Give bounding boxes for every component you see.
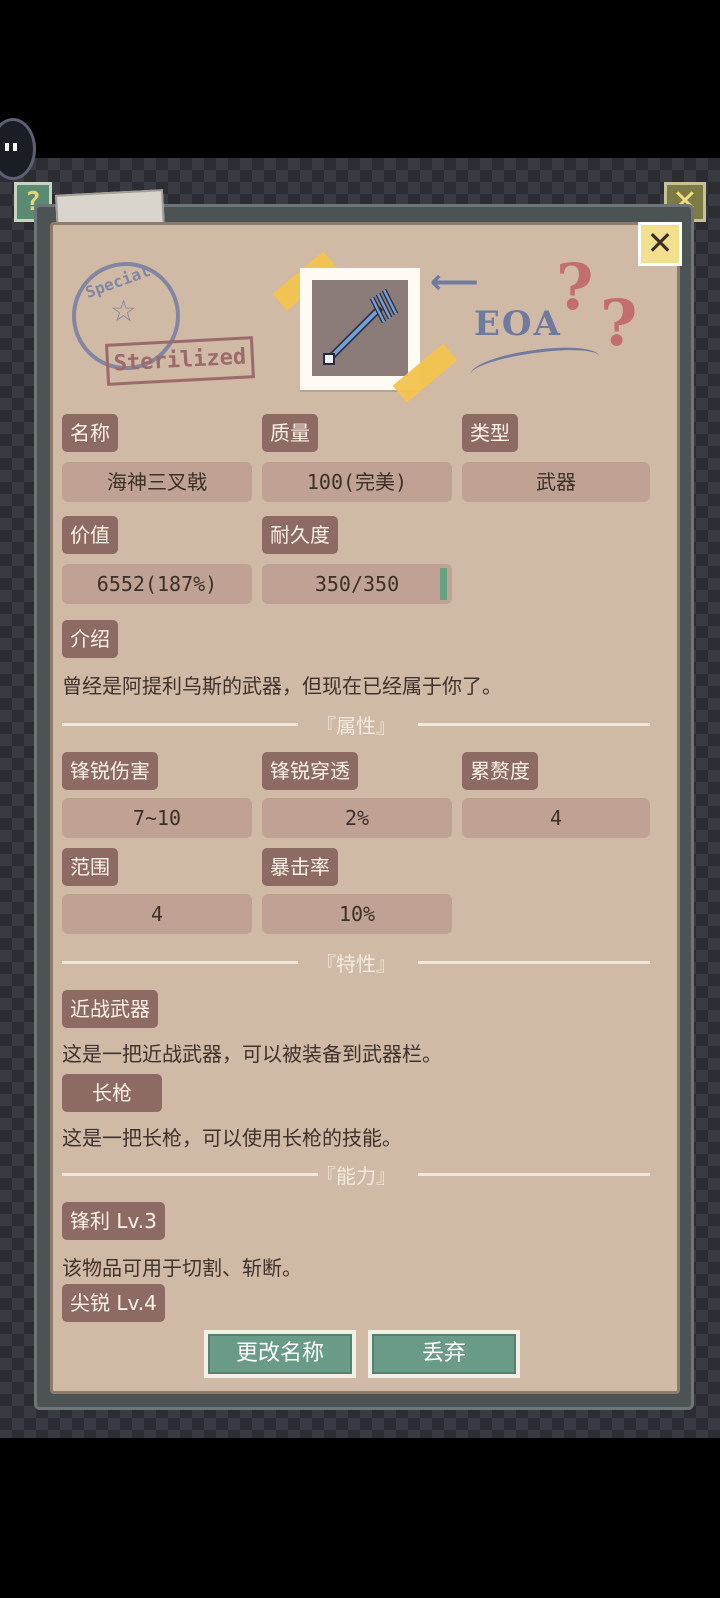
quality-value: 100(完美): [262, 462, 452, 502]
attributes-divider: 『属性』: [62, 714, 650, 738]
close-button[interactable]: ✕: [638, 222, 682, 266]
durability-label: 耐久度: [262, 516, 338, 554]
sharp-pierce-value: 2%: [262, 798, 452, 838]
eoa-scribble: EOA: [474, 304, 562, 344]
durability-value: 350/350: [262, 564, 452, 604]
traits-divider: 『特性』: [62, 952, 650, 976]
intro-label: 介绍: [62, 620, 118, 658]
item-image-frame: [300, 268, 420, 390]
name-label: 名称: [62, 414, 118, 452]
question-mark-icon: ?: [556, 250, 594, 325]
type-label: 类型: [462, 414, 518, 452]
attributes-heading: 『属性』: [316, 714, 396, 738]
encumbrance-value: 4: [462, 798, 650, 838]
abilities-heading: 『能力』: [316, 1164, 396, 1188]
range-value: 4: [62, 894, 252, 934]
avatar-eye: [5, 143, 9, 151]
encumbrance-label: 累赘度: [462, 752, 538, 790]
sterilized-stamp: Sterilized: [105, 336, 255, 386]
star-icon: ☆: [110, 294, 137, 329]
pointed-ability-label: 尖锐 Lv.4: [62, 1284, 165, 1322]
price-value: 6552(187%): [62, 564, 252, 604]
abilities-divider: 『能力』: [62, 1164, 650, 1188]
sharp-damage-label: 锋锐伤害: [62, 752, 158, 790]
spear-trait-desc: 这是一把长枪，可以使用长枪的技能。: [62, 1126, 402, 1150]
type-value: 武器: [462, 462, 650, 502]
range-label: 范围: [62, 848, 118, 886]
sharp-pierce-label: 锋锐穿透: [262, 752, 358, 790]
crit-label: 暴击率: [262, 848, 338, 886]
arrow-left-icon: ⟵: [430, 262, 479, 302]
item-image: [312, 280, 408, 376]
intro-text: 曾经是阿提利乌斯的武器，但现在已经属于你了。: [62, 674, 502, 698]
sharp-damage-value: 7~10: [62, 798, 252, 838]
avatar-eye: [13, 143, 17, 151]
question-mark-icon: ?: [600, 286, 638, 361]
sharp-ability-desc: 该物品可用于切割、斩断。: [62, 1256, 302, 1280]
spear-trait-label: 长枪: [62, 1074, 162, 1112]
price-label: 价值: [62, 516, 118, 554]
quality-label: 质量: [262, 414, 318, 452]
melee-trait-desc: 这是一把近战武器，可以被装备到武器栏。: [62, 1042, 442, 1066]
crit-value: 10%: [262, 894, 452, 934]
sharp-ability-label: 锋利 Lv.3: [62, 1202, 165, 1240]
discard-button[interactable]: 丢弃: [368, 1330, 520, 1378]
melee-trait-label: 近战武器: [62, 990, 158, 1028]
name-value: 海神三叉戟: [62, 462, 252, 502]
durability-bar: [440, 568, 447, 600]
traits-heading: 『特性』: [316, 952, 396, 976]
rename-button[interactable]: 更改名称: [204, 1330, 356, 1378]
trident-icon: [323, 288, 399, 365]
